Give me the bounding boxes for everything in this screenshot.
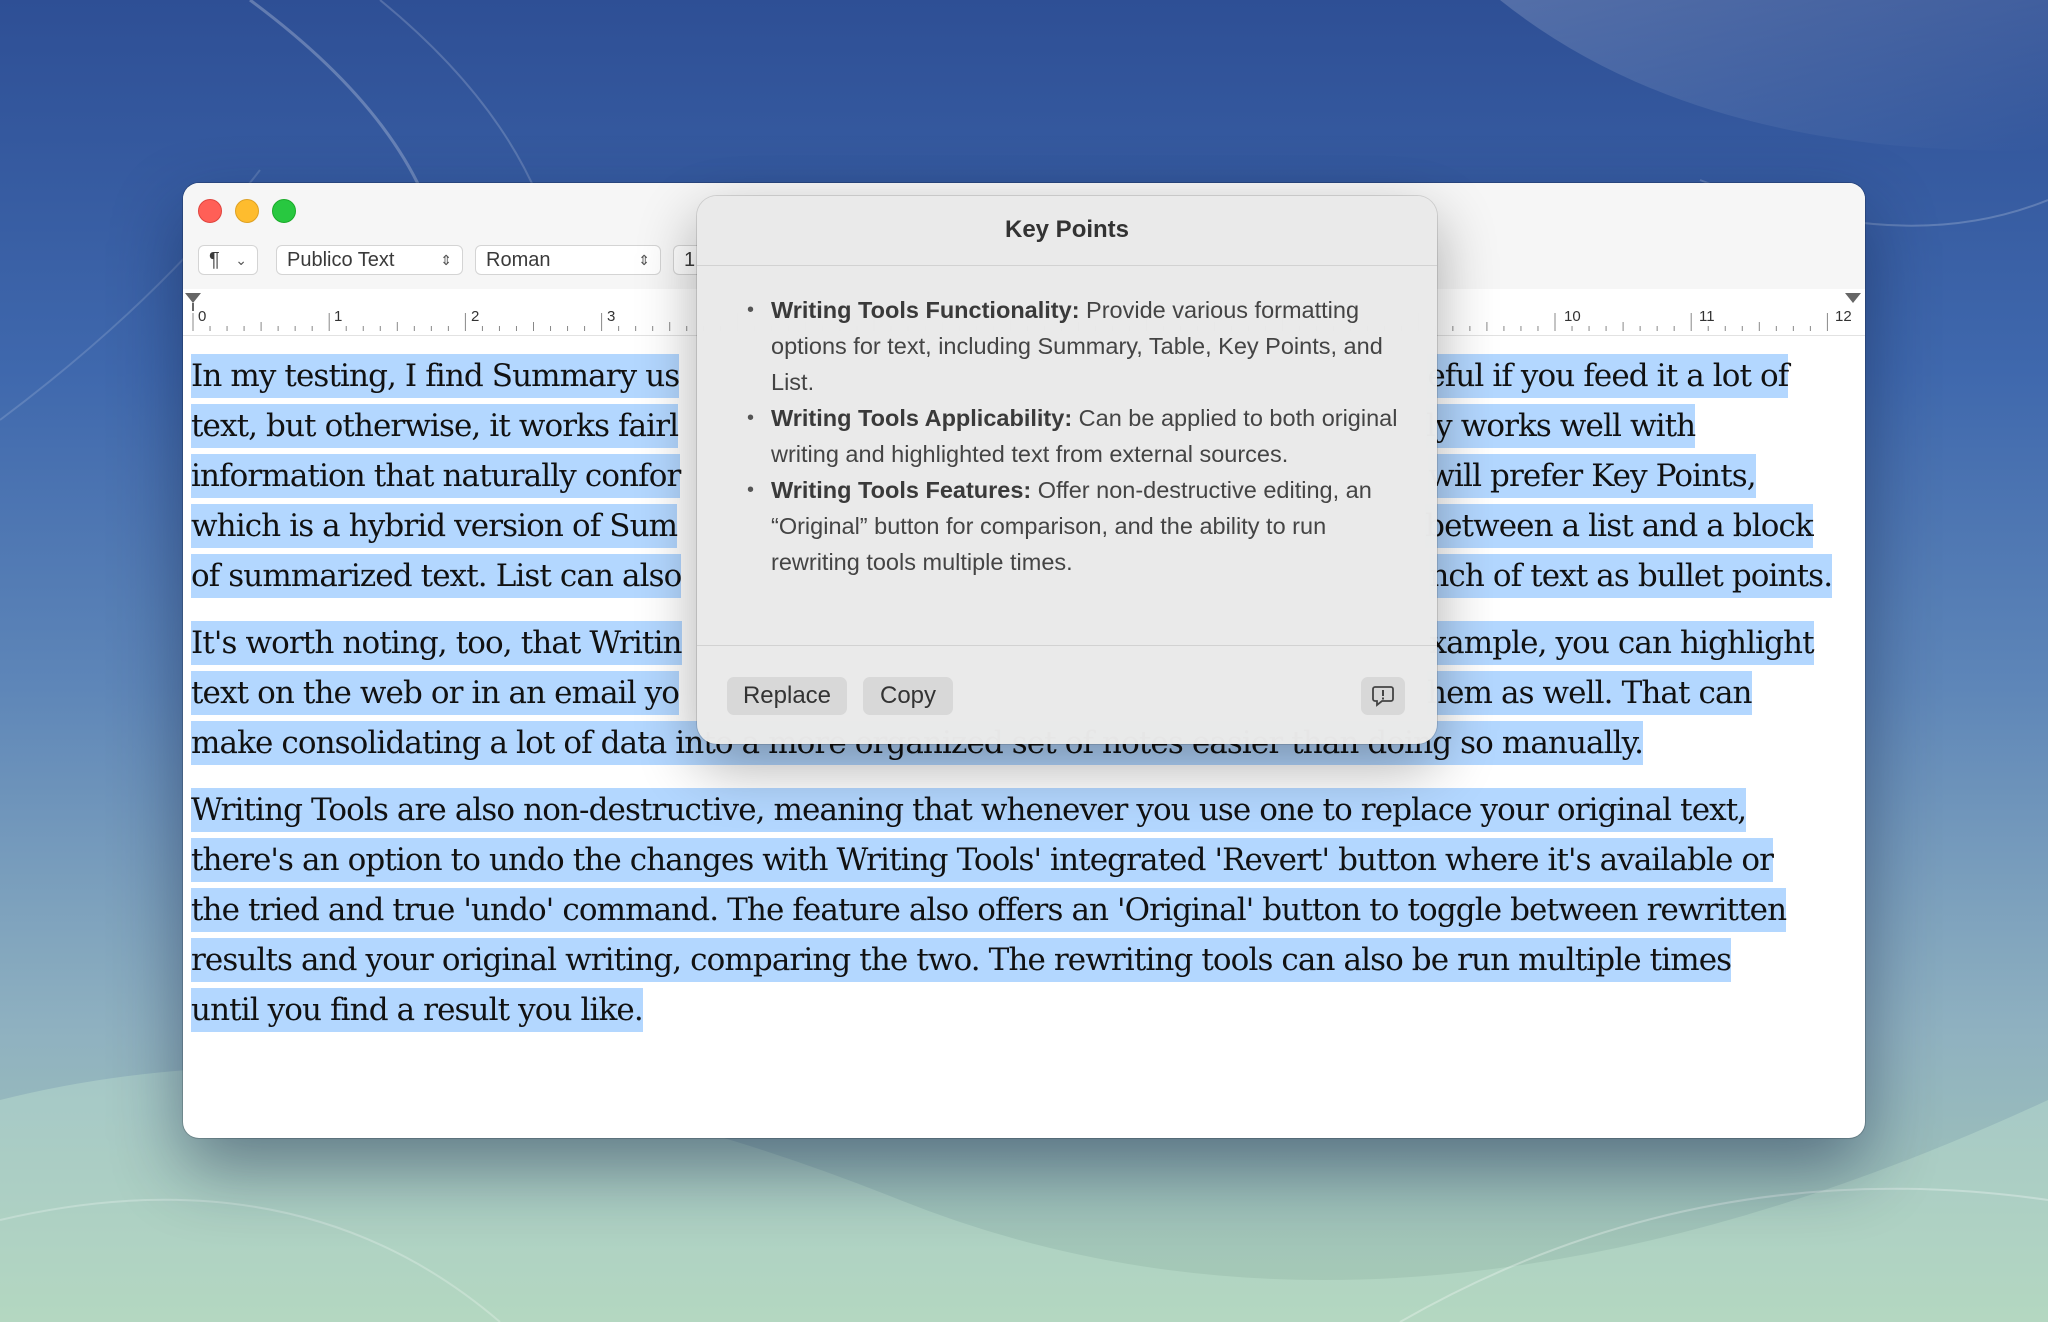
- text-line: the tried and true 'undo' command. The f…: [191, 888, 1787, 932]
- text-line: eful if you feed it a lot of: [1427, 354, 1789, 398]
- text-line: between a list and a block: [1425, 504, 1814, 548]
- text-line: Writing Tools are also non-destructive, …: [191, 788, 1747, 832]
- copy-button[interactable]: Copy: [863, 677, 953, 715]
- item-heading: Writing Tools Features:: [771, 477, 1032, 503]
- right-margin-marker[interactable]: [1845, 293, 1861, 303]
- bullet-icon: •: [747, 407, 755, 429]
- text-line: In my testing, I find Summary us: [191, 354, 680, 398]
- zoom-button[interactable]: [272, 199, 296, 223]
- key-points-list: • Writing Tools Functionality: Provide v…: [697, 292, 1437, 580]
- feedback-icon: [1372, 686, 1394, 707]
- ruler-label: 10: [1564, 308, 1581, 325]
- text-line: results and your original writing, compa…: [191, 938, 1732, 982]
- bullet-icon: •: [747, 299, 755, 321]
- font-size-value: 1: [684, 249, 696, 271]
- up-down-chevron-icon: ⇕: [638, 252, 650, 268]
- text-line: text, but otherwise, it works fairl: [191, 404, 679, 448]
- chevron-down-icon: ⌄: [235, 252, 247, 268]
- text-line: of summarized text. List can also: [191, 554, 682, 598]
- list-item: • Writing Tools Features: Offer non-dest…: [697, 472, 1437, 580]
- left-indent-marker[interactable]: [185, 293, 201, 303]
- text-line: which is a hybrid version of Sum: [191, 504, 678, 548]
- font-style-value: Roman: [486, 249, 551, 271]
- text-line: ly works well with: [1426, 404, 1696, 448]
- text-line: there's an option to undo the changes wi…: [191, 838, 1774, 882]
- minimize-button[interactable]: [235, 199, 259, 223]
- font-family-popup[interactable]: Publico Text ⇕: [276, 245, 463, 275]
- ruler-label: 3: [607, 308, 616, 325]
- text-line: text on the web or in an email yo: [191, 671, 680, 715]
- paragraph-3: Writing Tools are also non-destructive, …: [191, 785, 1857, 1035]
- text-line: xample, you can highlight: [1429, 621, 1815, 665]
- font-style-popup[interactable]: Roman ⇕: [475, 245, 661, 275]
- up-down-chevron-icon: ⇕: [440, 252, 452, 268]
- list-item: • Writing Tools Functionality: Provide v…: [697, 292, 1437, 400]
- text-line: hem as well. That can: [1427, 671, 1753, 715]
- text-line: until you find a result you like.: [191, 988, 644, 1032]
- ruler-label: 11: [1699, 308, 1715, 325]
- paragraph-icon: ¶: [209, 249, 220, 271]
- paragraph-style-popup[interactable]: ¶ ⌄: [198, 245, 258, 275]
- item-heading: Writing Tools Applicability:: [771, 405, 1073, 431]
- ruler-label: 1: [334, 308, 343, 325]
- item-heading: Writing Tools Functionality:: [771, 297, 1080, 323]
- text-line: It's worth noting, too, that Writin: [191, 621, 682, 665]
- text-line: will prefer Key Points,: [1428, 454, 1757, 498]
- divider: [697, 265, 1437, 266]
- text-line: nch of text as bullet points.: [1429, 554, 1833, 598]
- bullet-icon: •: [747, 479, 755, 501]
- first-line-indent-marker[interactable]: [192, 303, 194, 311]
- divider: [697, 645, 1437, 646]
- font-family-value: Publico Text: [287, 249, 395, 271]
- ruler-label: 0: [198, 308, 207, 325]
- key-points-popover: Key Points • Writing Tools Functionality…: [697, 196, 1437, 744]
- replace-button[interactable]: Replace: [727, 677, 847, 715]
- ruler-label: 12: [1835, 308, 1852, 325]
- ruler-label: 2: [471, 308, 480, 325]
- text-line: information that naturally confor: [191, 454, 681, 498]
- list-item: • Writing Tools Applicability: Can be ap…: [697, 400, 1437, 472]
- feedback-button[interactable]: [1361, 677, 1405, 715]
- popover-title: Key Points: [1004, 216, 1130, 243]
- close-button[interactable]: [198, 199, 222, 223]
